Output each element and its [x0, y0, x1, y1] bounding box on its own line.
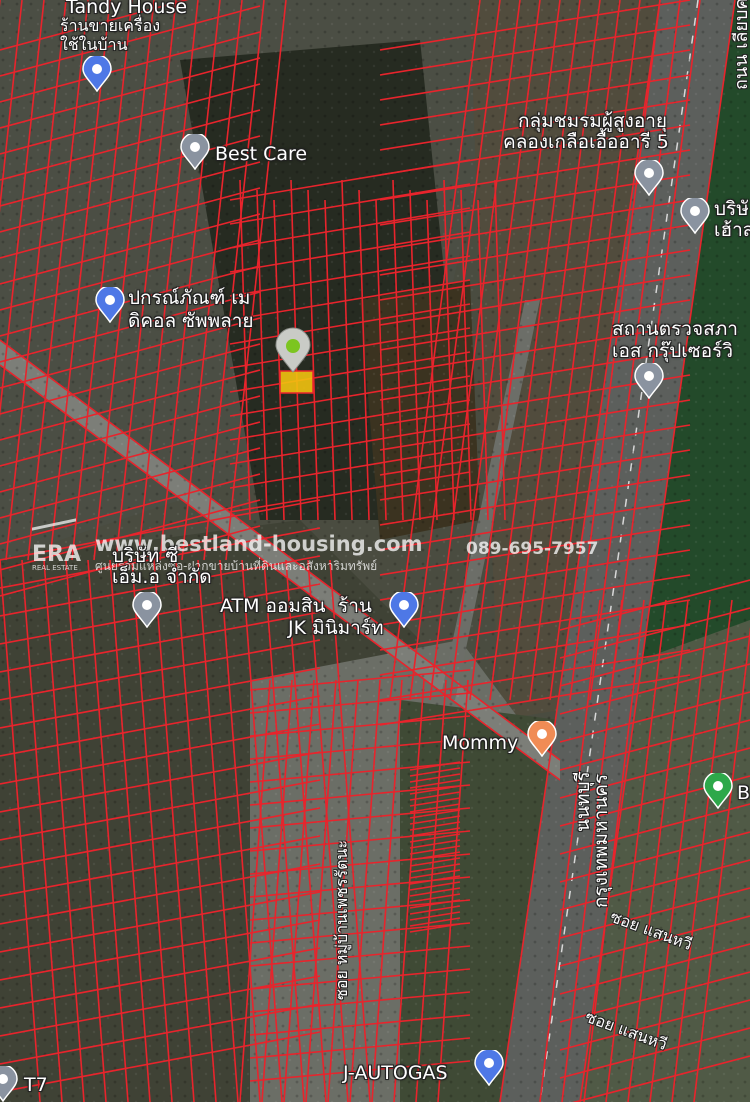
map-view[interactable]: ERA REAL ESTATE www.bestland-housing.com… — [0, 0, 750, 1102]
place-pin-icon[interactable] — [634, 363, 664, 399]
place-company-right[interactable]: บริษั — [714, 198, 749, 220]
place-tandy-house-category-2: ใช้ในบ้าน — [60, 35, 128, 54]
shop-pin-icon[interactable] — [95, 287, 125, 323]
era-logo-subtext: REAL ESTATE — [32, 564, 78, 572]
road-label-bangkok: กรุงเทพมหานคร — [590, 773, 612, 908]
shop-pin-icon[interactable] — [389, 592, 419, 628]
place-jk-minimart[interactable]: ร้าน — [338, 595, 372, 617]
store-pin-icon[interactable] — [82, 56, 112, 92]
place-atm-gsb[interactable]: ATM ออมสิน — [220, 595, 326, 617]
place-company-left[interactable]: บริษัท ซี — [112, 545, 178, 567]
place-t7[interactable]: T7 — [24, 1074, 48, 1096]
place-best-care[interactable]: Best Care — [215, 143, 307, 165]
place-j-autogas[interactable]: J-AUTOGAS — [343, 1062, 448, 1084]
place-pin-icon[interactable] — [680, 198, 710, 234]
place-company-right-line2: เฮ้าส — [714, 219, 750, 241]
place-pin-icon[interactable] — [634, 160, 664, 196]
place-pin-icon[interactable] — [0, 1066, 18, 1102]
place-inspection-station-line2: เอส กรุ๊ปเซอร์วิ — [612, 340, 733, 362]
place-elderly-club[interactable]: กลุ่มชมรมผู้สูงอายุ — [518, 110, 667, 132]
place-jk-minimart-line2: JK มินิมาร์ท — [288, 617, 384, 639]
place-medical-supply-line2: ดิคอล ซัพพลาย — [128, 310, 254, 332]
place-elderly-club-line2: คลองเกลือเอื้ออารี 5 — [503, 131, 669, 153]
place-company-left-line2: เอ็ม.อ จำกัด — [112, 566, 212, 588]
place-pin-icon[interactable] — [180, 134, 210, 170]
place-mommy[interactable]: Mommy — [442, 732, 518, 754]
place-right-b[interactable]: B — [737, 782, 750, 804]
road-label-soi-village: ซอย หมู่บ้านเพชรรัตนะ — [332, 839, 351, 1000]
selected-parcel[interactable] — [279, 370, 314, 394]
place-inspection-station[interactable]: สถานตรวจสภา — [612, 318, 738, 340]
road-label-canal: ถนน เลียบคลอง — [731, 0, 750, 90]
restaurant-pin-icon[interactable] — [527, 721, 557, 757]
place-pin-icon[interactable] — [132, 592, 162, 628]
watermark-phone: 089-695-7957 — [466, 539, 599, 559]
era-logo: ERA REAL ESTATE — [32, 518, 82, 572]
park-pin-icon[interactable] — [703, 773, 733, 809]
place-medical-supply[interactable]: ปกรณ์ภัณฑ์ เม — [128, 287, 250, 309]
gas-station-pin-icon[interactable] — [474, 1050, 504, 1086]
